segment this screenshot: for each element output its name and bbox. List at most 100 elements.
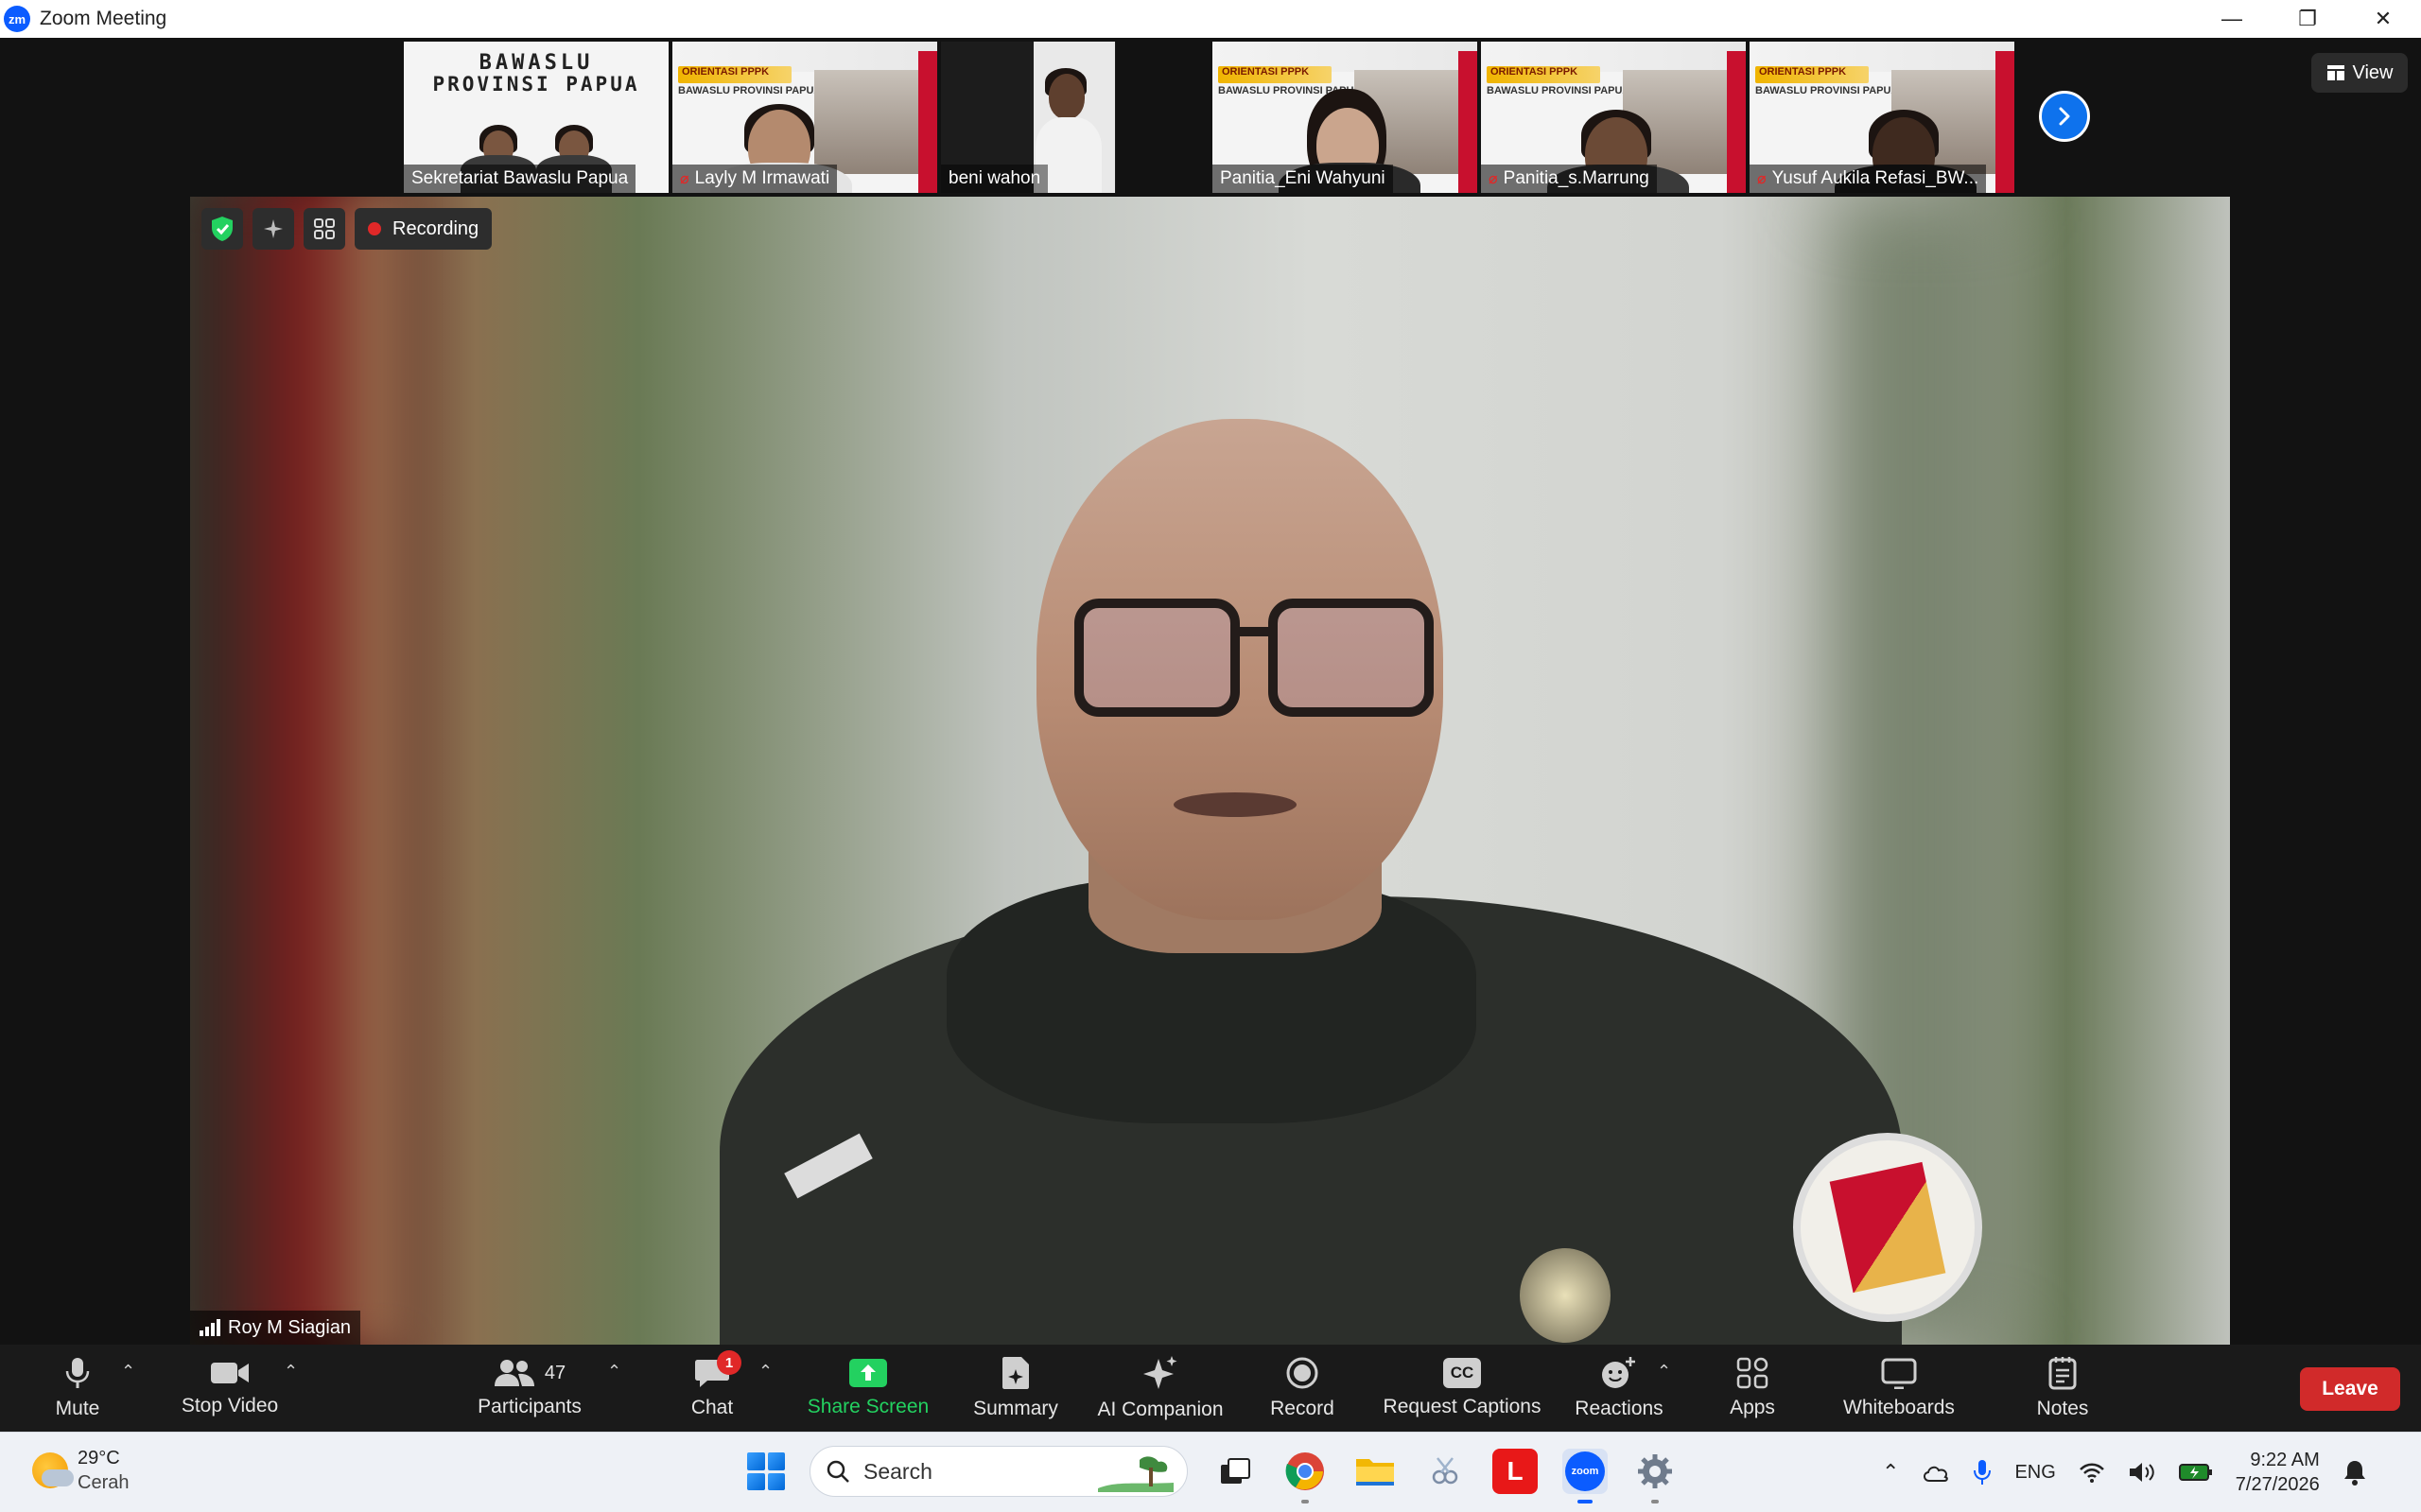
grid-icon [314, 218, 335, 239]
participant-tile[interactable]: ORIENTASI PPPK BAWASLU PROVINSI PAPUA ⌀ L… [672, 42, 937, 193]
banner-title: ORIENTASI PPPK [1218, 66, 1332, 83]
reactions-button[interactable]: Reactions [1570, 1345, 1668, 1432]
sparkle-icon [264, 219, 283, 238]
file-explorer-icon[interactable] [1352, 1449, 1398, 1494]
signal-strength-icon [200, 1319, 220, 1336]
summary-button[interactable]: Summary [967, 1345, 1065, 1432]
chat-unread-badge: 1 [717, 1350, 741, 1375]
weather-widget[interactable]: 29°C Cerah [32, 1446, 129, 1495]
leave-button[interactable]: Leave [2300, 1367, 2400, 1411]
whiteboard-icon [1881, 1358, 1917, 1389]
participants-button[interactable]: 47 Participants [471, 1345, 588, 1432]
recording-dot-icon [368, 222, 381, 235]
participant-name: ⌀ Panitia_s.Marrung [1481, 165, 1657, 193]
minimize-button[interactable]: — [2194, 0, 2270, 38]
apps-button[interactable]: Apps [1710, 1345, 1795, 1432]
muted-mic-icon: ⌀ [1489, 171, 1498, 187]
task-view-icon[interactable] [1212, 1449, 1258, 1494]
notification-bell-icon[interactable] [2343, 1459, 2367, 1486]
volume-icon[interactable] [2128, 1461, 2156, 1484]
participant-tile[interactable]: ORIENTASI PPPK BAWASLU PROVINSI PAPUA Pa… [1212, 42, 1477, 193]
request-captions-button[interactable]: CC Request Captions [1377, 1345, 1547, 1432]
recording-indicator[interactable]: Recording [355, 208, 493, 250]
zoom-logo-icon: zm [4, 6, 30, 32]
notes-button[interactable]: Notes [2020, 1345, 2105, 1432]
shield-check-icon [212, 217, 233, 241]
windows-start-icon[interactable] [747, 1452, 785, 1490]
window-controls: — ❐ ✕ [2194, 0, 2421, 38]
participant-tile[interactable]: BAWASLU PROVINSI PAPUA Sekretariat Bawas… [404, 42, 669, 193]
active-speaker-video[interactable] [190, 197, 2230, 1345]
battery-charging-icon[interactable] [2178, 1462, 2213, 1483]
os-taskbar: 29°C Cerah Search L zoom ⌃ ENG 9:22 AM 7… [0, 1432, 2421, 1512]
partly-sunny-icon [32, 1452, 74, 1488]
zoom-app-icon[interactable]: zoom [1562, 1449, 1608, 1503]
search-highlight-icon [1098, 1456, 1174, 1492]
whiteboards-button[interactable]: Whiteboards [1829, 1345, 1969, 1432]
onedrive-icon[interactable] [1922, 1462, 1950, 1483]
mute-button[interactable]: Mute [40, 1345, 115, 1432]
video-camera-icon [211, 1363, 249, 1383]
grid-view-icon [2326, 65, 2344, 80]
banner-title: ORIENTASI PPPK [678, 66, 792, 83]
tray-overflow-chevron-icon[interactable]: ⌃ [1882, 1460, 1899, 1485]
summary-icon [1002, 1357, 1029, 1389]
tile-heading: BAWASLU PROVINSI PAPUA [432, 51, 640, 96]
participant-tile[interactable]: ORIENTASI PPPK BAWASLU PROVINSI PAPUA ⌀ P… [1481, 42, 1746, 193]
participants-icon [494, 1360, 534, 1386]
taskbar-search-box[interactable]: Search [810, 1446, 1188, 1497]
weather-description: Cerah [78, 1472, 130, 1493]
restore-button[interactable]: ❐ [2270, 0, 2345, 38]
share-screen-button[interactable]: Share Screen [802, 1345, 934, 1432]
video-options-chevron-icon[interactable]: ⌃ [284, 1362, 298, 1382]
input-language-indicator[interactable]: ENG [2014, 1462, 2055, 1484]
taskbar-clock[interactable]: 9:22 AM 7/27/2026 [2236, 1448, 2320, 1497]
muted-mic-icon: ⌀ [1757, 171, 1767, 187]
speaker-name-tag: Roy M Siagian [190, 1311, 361, 1345]
reactions-options-chevron-icon[interactable]: ⌃ [1657, 1362, 1671, 1382]
ai-sparkle-icon [1143, 1356, 1177, 1389]
microphone-tray-icon[interactable] [1973, 1459, 1992, 1486]
taskbar-apps: Search L zoom [747, 1446, 1678, 1503]
mute-options-chevron-icon[interactable]: ⌃ [121, 1362, 135, 1382]
participant-name: Sekretariat Bawaslu Papua [404, 165, 636, 193]
participants-options-chevron-icon[interactable]: ⌃ [607, 1362, 621, 1382]
settings-gear-icon[interactable] [1632, 1449, 1678, 1503]
notes-icon [2048, 1357, 2077, 1390]
meeting-toolbar: Mute ⌃ Stop Video ⌃ 47 Participants ⌃ Ch… [0, 1345, 2421, 1432]
muted-mic-icon: ⌀ [680, 171, 689, 187]
microphone-icon [65, 1358, 90, 1388]
app-l-icon[interactable]: L [1492, 1449, 1538, 1494]
snipping-tool-icon[interactable] [1422, 1449, 1468, 1494]
participant-tile[interactable]: beni wahon [941, 42, 1116, 193]
view-button[interactable]: View [2311, 53, 2408, 93]
record-icon [1286, 1357, 1318, 1389]
meeting-stage: BAWASLU PROVINSI PAPUA Sekretariat Bawas… [0, 38, 2421, 1345]
participant-name: Panitia_Eni Wahyuni [1212, 165, 1393, 193]
stop-video-button[interactable]: Stop Video [170, 1345, 289, 1432]
security-shield-button[interactable] [201, 208, 243, 250]
share-screen-icon [849, 1359, 887, 1387]
title-bar: zm Zoom Meeting — ❐ ✕ [0, 0, 2421, 38]
participant-name: ⌀ Yusuf Aukila Refasi_BW... [1750, 165, 1987, 193]
ai-sparkle-button[interactable] [253, 208, 294, 250]
wifi-icon[interactable] [2079, 1462, 2105, 1483]
closed-captions-icon: CC [1443, 1358, 1481, 1388]
chat-options-chevron-icon[interactable]: ⌃ [758, 1362, 773, 1382]
participant-name: ⌀ Layly M Irmawati [672, 165, 838, 193]
window-title: Zoom Meeting [40, 8, 167, 29]
close-button[interactable]: ✕ [2345, 0, 2421, 38]
video-overlay-controls: Recording [201, 208, 493, 250]
search-icon [827, 1460, 849, 1483]
layout-grid-button[interactable] [304, 208, 345, 250]
banner-title: ORIENTASI PPPK [1755, 66, 1869, 83]
weather-temperature: 29°C [78, 1448, 120, 1469]
participant-tile[interactable]: ORIENTASI PPPK BAWASLU PROVINSI PAPUA ⌀ Y… [1750, 42, 2014, 193]
participant-name: beni wahon [941, 165, 1049, 193]
banner-title: ORIENTASI PPPK [1487, 66, 1600, 83]
ai-companion-button[interactable]: AI Companion [1088, 1345, 1233, 1432]
record-button[interactable]: Record [1262, 1345, 1343, 1432]
chrome-icon[interactable] [1282, 1449, 1328, 1503]
gallery-next-button[interactable] [2039, 91, 2090, 142]
system-tray: ⌃ ENG 9:22 AM 7/27/2026 [1882, 1446, 2367, 1499]
